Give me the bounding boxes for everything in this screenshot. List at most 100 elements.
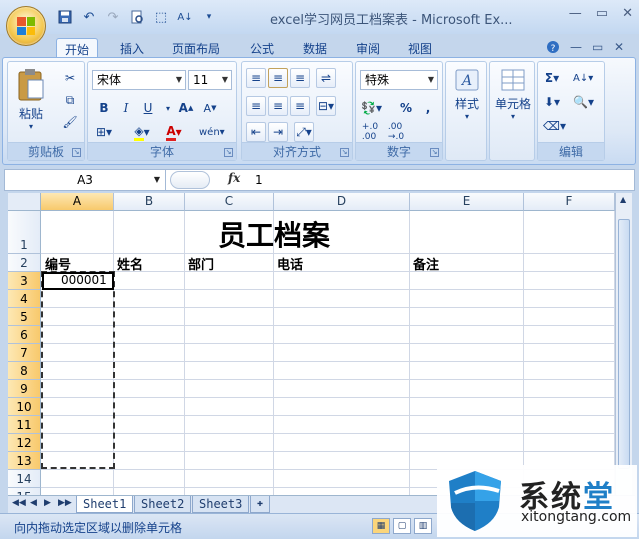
select-all-button[interactable] xyxy=(8,193,41,211)
row-header-10[interactable]: 10 xyxy=(8,398,41,416)
clear-icon[interactable]: ⌫▾ xyxy=(542,116,567,136)
redo-icon[interactable]: ↷ xyxy=(104,9,122,25)
format-painter-icon[interactable]: 🖌 xyxy=(60,112,80,132)
tab-insert[interactable]: 插入 xyxy=(112,38,152,58)
align-middle-icon[interactable]: ≡ xyxy=(268,68,288,88)
column-header-f[interactable]: F xyxy=(524,193,615,211)
name-box[interactable]: A3 ▼ xyxy=(4,169,166,191)
sheet-tab-2[interactable]: Sheet2 xyxy=(134,496,192,513)
page-break-view-icon[interactable]: ▥ xyxy=(414,518,432,534)
customize-qat-icon[interactable]: ▾ xyxy=(200,9,218,25)
column-header-a[interactable]: A xyxy=(41,193,114,211)
row-header-3[interactable]: 3 xyxy=(8,272,41,290)
decrease-decimal-icon[interactable]: .00 →.0 xyxy=(386,122,406,142)
sheet-tab-3[interactable]: Sheet3 xyxy=(192,496,250,513)
row-header-15[interactable]: 15 xyxy=(8,488,41,495)
column-header-e[interactable]: E xyxy=(410,193,524,211)
underline-dropdown-icon[interactable]: ▾ xyxy=(158,98,178,118)
page-layout-view-icon[interactable]: ▢ xyxy=(393,518,411,534)
scrollbar-thumb[interactable] xyxy=(618,219,630,469)
bold-button[interactable]: B xyxy=(94,98,114,118)
last-sheet-icon[interactable]: ▶▶ xyxy=(58,498,72,508)
increase-decimal-icon[interactable]: +.0.00 xyxy=(360,122,380,142)
cells-button[interactable]: 单元格 ▾ xyxy=(492,68,534,121)
align-bottom-icon[interactable]: ≡ xyxy=(290,68,310,88)
header-cell-notes[interactable]: 备注 xyxy=(413,254,439,273)
header-cell-department[interactable]: 部门 xyxy=(188,254,214,273)
column-header-b[interactable]: B xyxy=(114,193,185,211)
orientation-icon[interactable]: ⤢▾ xyxy=(294,122,314,142)
fill-icon[interactable]: ⬇▾ xyxy=(542,92,562,112)
header-cell-phone[interactable]: 电话 xyxy=(277,254,303,273)
formula-bar-toggle[interactable] xyxy=(170,171,210,189)
row-header-14[interactable]: 14 xyxy=(8,470,41,488)
close-button[interactable]: ✕ xyxy=(622,6,633,21)
header-cell-name[interactable]: 姓名 xyxy=(117,254,143,273)
office-button[interactable] xyxy=(6,6,46,46)
wrap-text-icon[interactable]: ⇌ xyxy=(316,68,336,88)
vertical-scrollbar[interactable]: ▲ xyxy=(615,193,632,495)
tab-formulas[interactable]: 公式 xyxy=(242,38,282,58)
row-header-9[interactable]: 9 xyxy=(8,380,41,398)
underline-button[interactable]: U xyxy=(138,98,158,118)
selection-marquee[interactable] xyxy=(41,271,115,469)
cut-icon[interactable]: ✂ xyxy=(60,68,80,88)
shrink-font-icon[interactable]: A ▼ xyxy=(200,98,220,118)
row-header-4[interactable]: 4 xyxy=(8,290,41,308)
font-launcher-icon[interactable]: ↘ xyxy=(224,148,233,157)
next-sheet-icon[interactable]: ▶ xyxy=(44,498,51,508)
help-icon[interactable]: ? xyxy=(546,40,560,57)
currency-icon[interactable]: 💱▾ xyxy=(360,98,383,118)
align-center-icon[interactable]: ≡ xyxy=(268,96,288,116)
row-header-7[interactable]: 7 xyxy=(8,344,41,362)
insert-function-icon[interactable]: fx xyxy=(228,171,240,185)
font-name-dropdown[interactable]: 宋体 ▼ xyxy=(92,70,186,90)
tab-page-layout[interactable]: 页面布局 xyxy=(164,38,228,58)
ribbon-minimize-icon[interactable]: — xyxy=(570,40,582,54)
normal-view-icon[interactable]: ▦ xyxy=(372,518,390,534)
align-top-icon[interactable]: ≡ xyxy=(246,68,266,88)
prev-sheet-icon[interactable]: ◀ xyxy=(30,498,37,508)
ribbon-close-icon[interactable]: ✕ xyxy=(614,40,624,54)
number-launcher-icon[interactable]: ↘ xyxy=(430,148,439,157)
clipboard-launcher-icon[interactable]: ↘ xyxy=(72,148,81,157)
maximize-button[interactable]: ▭ xyxy=(596,6,608,21)
paste-button[interactable]: 粘贴 ▾ xyxy=(14,68,48,131)
row-header-2[interactable]: 2 xyxy=(8,254,41,272)
align-left-icon[interactable]: ≡ xyxy=(246,96,266,116)
phonetic-icon[interactable]: wén▾ xyxy=(198,122,226,142)
align-right-icon[interactable]: ≡ xyxy=(290,96,310,116)
row-header-5[interactable]: 5 xyxy=(8,308,41,326)
fill-color-icon[interactable]: ◈ ▾ xyxy=(132,122,152,142)
increase-indent-icon[interactable]: ⇥ xyxy=(268,122,288,142)
tab-review[interactable]: 审阅 xyxy=(348,38,388,58)
row-header-1[interactable]: 1 xyxy=(8,211,41,254)
column-header-c[interactable]: C xyxy=(185,193,274,211)
insert-sheet-icon[interactable]: ✚ xyxy=(250,496,271,513)
first-sheet-icon[interactable]: ◀◀ xyxy=(12,498,26,508)
row-header-6[interactable]: 6 xyxy=(8,326,41,344)
row-header-13[interactable]: 13 xyxy=(8,452,41,470)
styles-button[interactable]: A 样式 ▾ xyxy=(448,68,486,121)
sheet-tab-1[interactable]: Sheet1 xyxy=(76,496,134,513)
font-color-icon[interactable]: A ▾ xyxy=(164,122,184,142)
grow-font-icon[interactable]: A ▲ xyxy=(176,98,196,118)
copy-icon[interactable]: ⧉ xyxy=(60,90,80,110)
tab-view[interactable]: 视图 xyxy=(400,38,440,58)
find-select-icon[interactable]: 🔍▾ xyxy=(572,92,595,112)
decrease-indent-icon[interactable]: ⇤ xyxy=(246,122,266,142)
save-icon[interactable] xyxy=(56,9,74,25)
tab-home[interactable]: 开始 xyxy=(56,38,99,58)
borders-icon[interactable]: ⊞▾ xyxy=(94,122,114,142)
comma-icon[interactable]: , xyxy=(418,98,438,118)
sheet-title-cell[interactable]: 员工档案 xyxy=(218,214,330,254)
alignment-launcher-icon[interactable]: ↘ xyxy=(340,148,349,157)
italic-button[interactable]: I xyxy=(116,98,136,118)
sort-filter-icon[interactable]: A↓▾ xyxy=(572,68,594,88)
worksheet-grid[interactable]: A B C D E F 1 2 3 4 5 6 7 8 9 10 11 12 1… xyxy=(8,193,615,495)
tab-data[interactable]: 数据 xyxy=(295,38,335,58)
row-header-12[interactable]: 12 xyxy=(8,434,41,452)
print-preview-icon[interactable] xyxy=(128,9,146,25)
row-header-11[interactable]: 11 xyxy=(8,416,41,434)
row-header-8[interactable]: 8 xyxy=(8,362,41,380)
